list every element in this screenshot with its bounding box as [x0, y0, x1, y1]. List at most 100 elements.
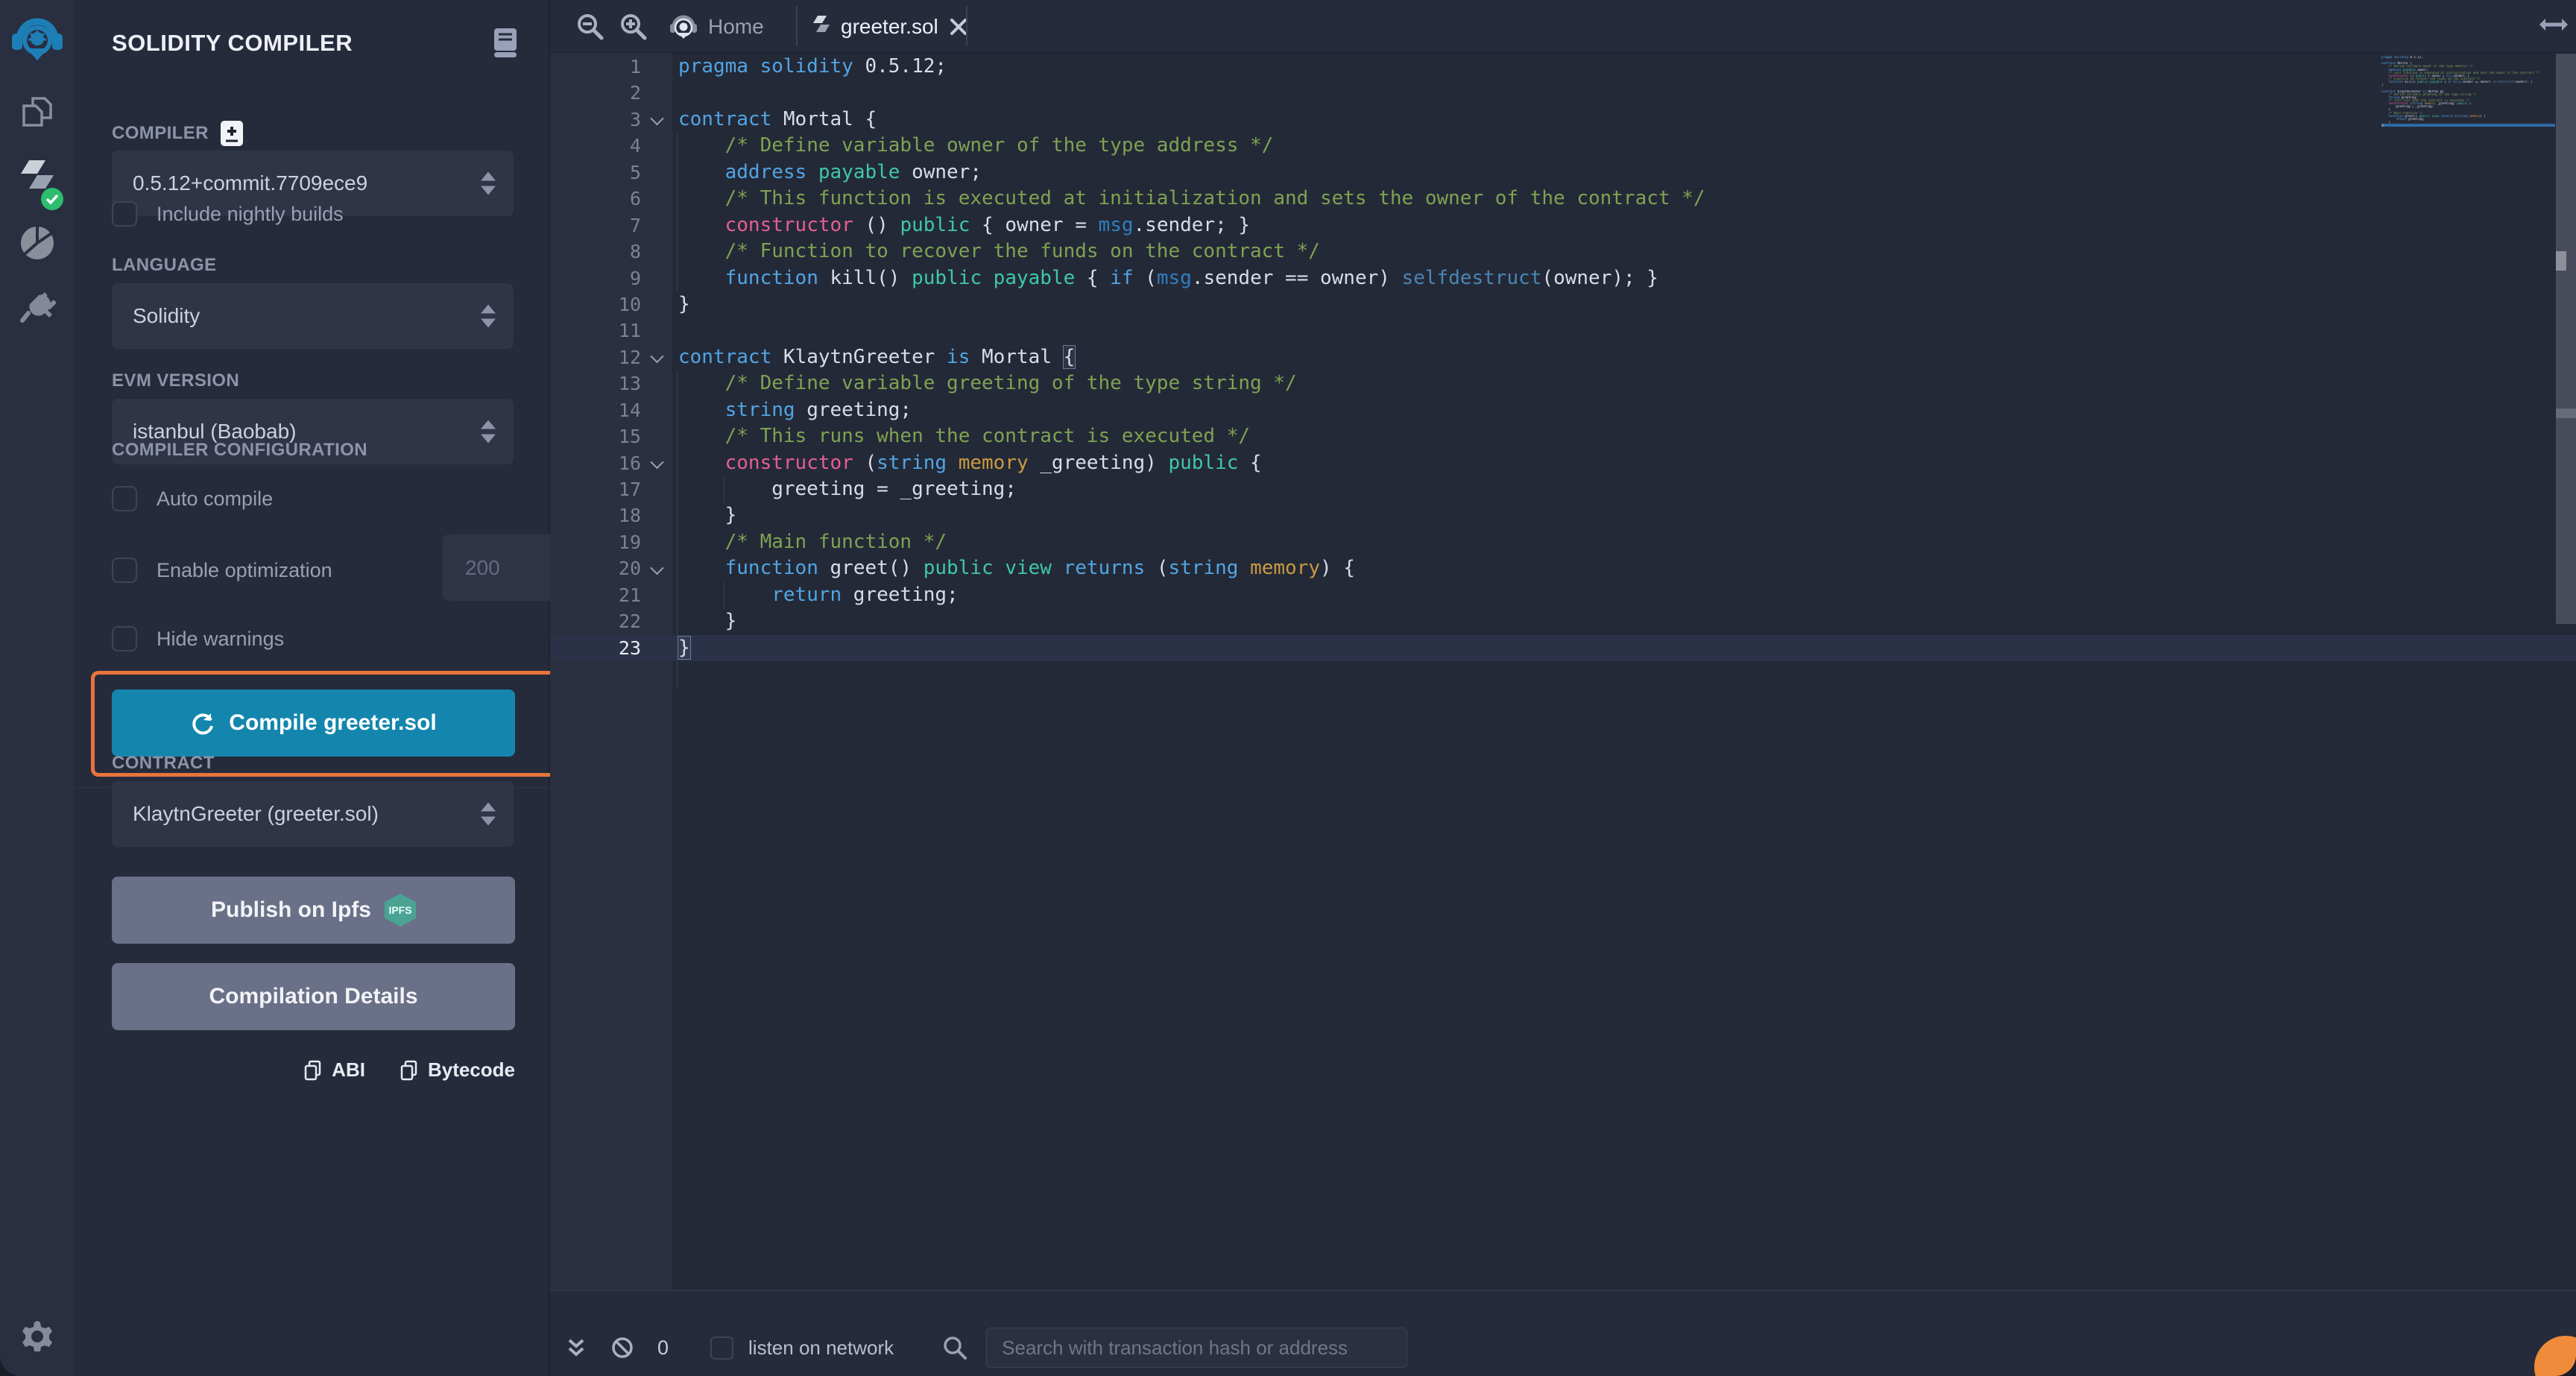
nightly-builds-checkrow[interactable]: Include nightly builds — [112, 189, 344, 239]
code-line[interactable]: 15 /* This runs when the contract is exe… — [550, 423, 2576, 449]
code-line[interactable]: 4 /* Define variable owner of the type a… — [550, 133, 2576, 159]
enable-optimization-label: Enable optimization — [157, 559, 332, 582]
line-number[interactable]: 18 — [550, 502, 641, 528]
code-line[interactable]: 2 — [550, 80, 2576, 106]
documentation-book-icon[interactable] — [493, 28, 518, 58]
code-line[interactable]: 3contract Mortal { — [550, 107, 2576, 133]
enable-optimization-checkbox[interactable] — [112, 558, 137, 583]
code-line[interactable]: 22 } — [550, 608, 2576, 634]
hide-warnings-checkrow[interactable]: Hide warnings — [112, 614, 284, 663]
close-tab-icon[interactable] — [949, 17, 968, 37]
scrollbar-decoration — [2556, 408, 2576, 418]
code-text: contract KlaytnGreeter is Mortal { — [672, 344, 1075, 370]
line-number[interactable]: 15 — [550, 423, 641, 449]
code-line[interactable]: 8 /* Function to recover the funds on th… — [550, 239, 2576, 265]
line-number[interactable]: 16 — [550, 450, 641, 476]
line-number[interactable]: 20 — [550, 555, 641, 581]
fold-chevron-icon[interactable] — [641, 344, 672, 370]
plugin-manager-icon[interactable] — [0, 286, 74, 328]
minimap-line: function kill() public payable { if (msg… — [2381, 81, 2555, 83]
enable-optimization-checkrow[interactable]: Enable optimization — [112, 546, 332, 595]
code-line[interactable]: 12 contract KlaytnGreeter is Mortal { — [550, 344, 2576, 370]
fold-chevron-icon[interactable] — [641, 107, 672, 133]
language-select[interactable]: Solidity — [112, 283, 514, 349]
settings-gear-icon[interactable] — [0, 1315, 74, 1357]
scrollbar-thumb[interactable] — [2556, 251, 2566, 271]
editor-scrollbar[interactable] — [2556, 54, 2576, 624]
line-number[interactable]: 22 — [550, 608, 641, 634]
hide-warnings-checkbox[interactable] — [112, 626, 137, 651]
code-line[interactable]: 10} — [550, 291, 2576, 318]
line-number[interactable]: 11 — [550, 318, 641, 344]
code-line[interactable]: 23} — [550, 635, 2576, 661]
line-number[interactable]: 17 — [550, 476, 641, 502]
copy-abi-button[interactable]: ABI — [303, 1058, 365, 1082]
line-number[interactable]: 14 — [550, 397, 641, 423]
line-number[interactable]: 2 — [550, 80, 641, 106]
line-number[interactable]: 4 — [550, 133, 641, 159]
code-line[interactable]: 7 constructor () public { owner = msg.se… — [550, 212, 2576, 239]
code-text: } — [672, 502, 736, 528]
line-number[interactable]: 3 — [550, 107, 641, 133]
tab-home[interactable]: Home — [669, 0, 764, 53]
tab-greeter-sol[interactable]: greeter.sol — [812, 0, 968, 53]
compilation-details-button[interactable]: Compilation Details — [112, 963, 515, 1030]
code-line[interactable]: 20 function greet() public view returns … — [550, 555, 2576, 581]
publish-ipfs-button[interactable]: Publish on Ipfs IPFS — [112, 877, 515, 944]
line-number[interactable]: 6 — [550, 186, 641, 212]
line-number[interactable]: 13 — [550, 370, 641, 397]
fold-chevron-icon[interactable] — [641, 450, 672, 476]
copy-bytecode-button[interactable]: Bytecode — [400, 1058, 515, 1082]
terminal-search-input[interactable] — [986, 1328, 1407, 1368]
code-editor[interactable]: 1pragma solidity 0.5.12;23contract Morta… — [550, 53, 2576, 1290]
line-number[interactable]: 5 — [550, 160, 641, 186]
contract-select[interactable]: KlaytnGreeter (greeter.sol) — [112, 781, 514, 847]
code-line[interactable]: 16 constructor (string memory _greeting)… — [550, 450, 2576, 476]
expand-terminal-icon[interactable] — [564, 1335, 589, 1360]
code-line[interactable]: 6 /* This function is executed at initia… — [550, 186, 2576, 212]
fold-spacer — [641, 54, 672, 80]
code-line[interactable]: 17 greeting = _greeting; — [550, 476, 2576, 502]
line-number[interactable]: 1 — [550, 54, 641, 80]
deploy-run-icon[interactable] — [0, 224, 74, 262]
line-number[interactable]: 19 — [550, 529, 641, 555]
listen-network-checkbox[interactable] — [710, 1336, 733, 1360]
code-text: address payable owner; — [672, 160, 982, 186]
app-window: SOLIDITY COMPILER COMPILER 0.5.12+commit… — [0, 0, 2576, 1376]
hide-warnings-label: Hide warnings — [157, 628, 284, 651]
file-explorer-icon[interactable] — [0, 91, 74, 133]
code-line[interactable]: 13 /* Define variable greeting of the ty… — [550, 370, 2576, 397]
zoom-in-icon[interactable] — [617, 10, 650, 43]
add-compiler-icon[interactable] — [221, 121, 243, 146]
code-line[interactable]: 9 function kill() public payable { if (m… — [550, 265, 2576, 291]
code-line[interactable]: 18 } — [550, 502, 2576, 528]
solidity-compiler-icon[interactable] — [0, 157, 74, 206]
nightly-builds-label: Include nightly builds — [157, 203, 344, 226]
fold-spacer — [641, 423, 672, 449]
line-number[interactable]: 21 — [550, 582, 641, 608]
nightly-builds-checkbox[interactable] — [112, 201, 137, 227]
clear-console-icon[interactable] — [610, 1335, 635, 1360]
line-number[interactable]: 8 — [550, 239, 641, 265]
code-text: greeting = _greeting; — [672, 476, 1017, 502]
auto-compile-checkrow[interactable]: Auto compile — [112, 474, 273, 523]
code-line[interactable]: 11 — [550, 318, 2576, 344]
code-line[interactable]: 1pragma solidity 0.5.12; — [550, 54, 2576, 80]
zoom-out-icon[interactable] — [574, 10, 607, 43]
compile-button[interactable]: Compile greeter.sol — [112, 689, 515, 757]
line-number[interactable]: 23 — [550, 635, 641, 661]
code-line[interactable]: 19 /* Main function */ — [550, 529, 2576, 555]
line-number[interactable]: 12 — [550, 344, 641, 370]
code-line[interactable]: 5 address payable owner; — [550, 160, 2576, 186]
fold-chevron-icon[interactable] — [641, 555, 672, 581]
code-line[interactable]: 14 string greeting; — [550, 397, 2576, 423]
line-number[interactable]: 10 — [550, 291, 641, 318]
code-line[interactable]: 21 return greeting; — [550, 582, 2576, 608]
line-number[interactable]: 7 — [550, 212, 641, 239]
klaytn-ide-logo-icon[interactable] — [0, 12, 74, 67]
tab-home-label: Home — [708, 15, 764, 39]
auto-compile-checkbox[interactable] — [112, 486, 137, 511]
resize-panels-icon[interactable] — [2539, 13, 2569, 36]
minimap[interactable]: pragma solidity 0.5.12;contract Mortal {… — [2381, 53, 2555, 1290]
line-number[interactable]: 9 — [550, 265, 641, 291]
